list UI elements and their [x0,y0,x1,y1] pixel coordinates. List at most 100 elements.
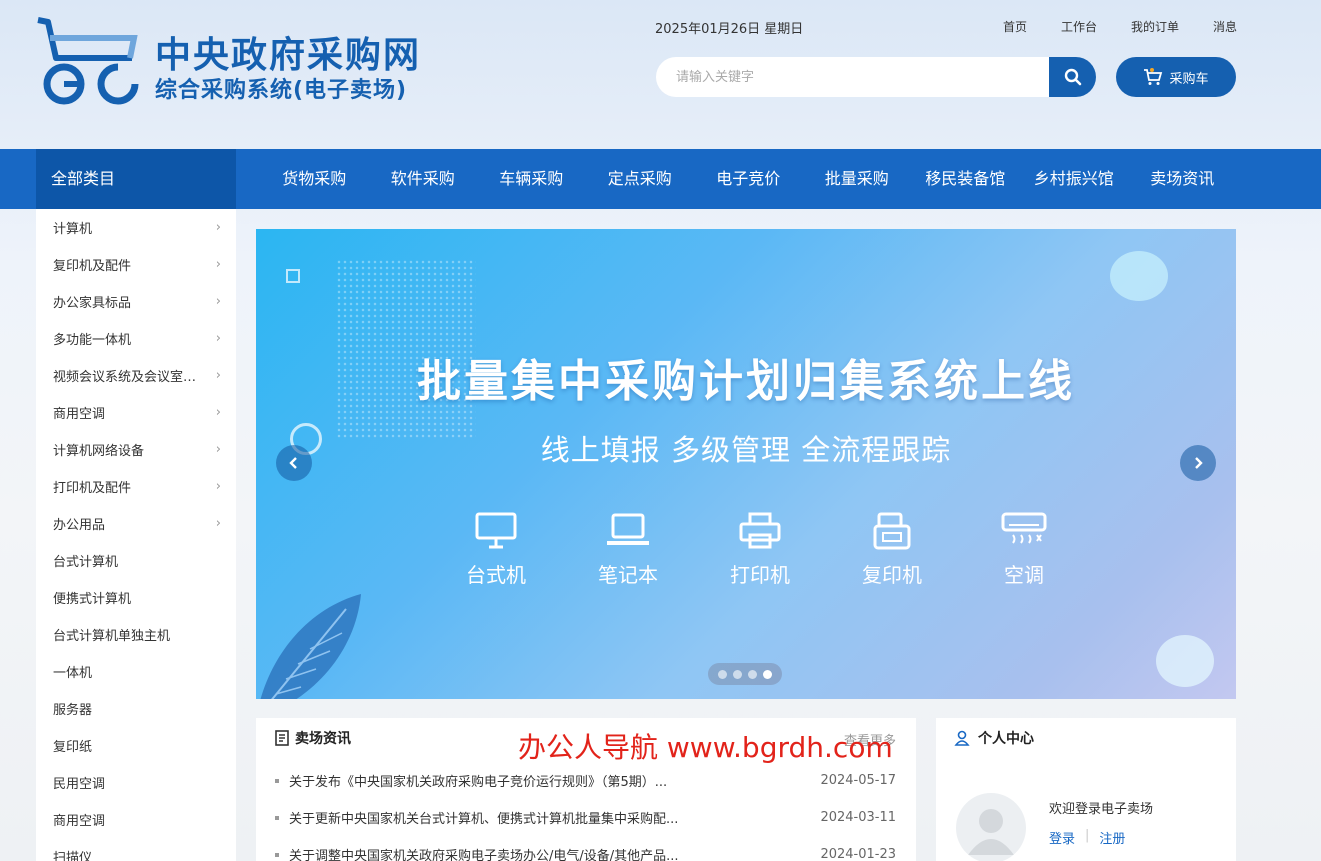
leaf-decoration [260,594,361,699]
sidebar-category-label: 民用空调 [53,777,106,792]
sidebar-category-item[interactable]: 计算机网络设备 › [36,431,236,468]
nav-goods-procurement[interactable]: 货物采购 [260,149,369,209]
top-link-workbench[interactable]: 工作台 [1061,18,1097,35]
carousel-next-button[interactable] [1180,445,1216,481]
sidebar-category-label: 多功能一体机 [53,333,132,348]
sidebar-category-item[interactable]: 扫描仪 [36,838,236,861]
sidebar-category-label: 扫描仪 [53,851,93,861]
nav-software-procurement[interactable]: 软件采购 [369,149,478,209]
air-conditioner-icon [1001,512,1047,544]
chevron-right-icon: › [215,442,221,457]
nav-e-bidding[interactable]: 电子竞价 [694,149,803,209]
sidebar-category-item[interactable]: 复印机及配件 › [36,246,236,283]
nav-rural-revitalization[interactable]: 乡村振兴馆 [1020,149,1129,209]
cart-icon [1144,68,1163,85]
sidebar-category-item[interactable]: 商用空调 › [36,394,236,431]
sidebar-category-item[interactable]: 民用空调 [36,764,236,801]
sidebar-category-item[interactable]: 台式计算机单独主机 [36,616,236,653]
sidebar-category-item[interactable]: 打印机及配件 › [36,468,236,505]
banner-item-copier: 复印机 [850,511,934,588]
chevron-right-icon: › [215,479,221,494]
carousel-dot-active[interactable] [763,669,772,679]
news-item-title: 关于发布《中央国家机关政府采购电子竞价运行规则》（第5期）... [289,775,668,790]
sidebar-category-item[interactable]: 视频会议系统及会议室音… › [36,357,236,394]
sidebar-category-label: 办公用品 [53,518,106,533]
top-link-home[interactable]: 首页 [1003,18,1027,35]
banner-item-label: 打印机 [730,563,790,587]
banner-item-label: 笔记本 [598,563,658,587]
top-link-messages[interactable]: 消息 [1213,18,1237,35]
sidebar-category-label: 计算机网络设备 [53,444,145,459]
news-item[interactable]: 关于调整中央国家机关政府采购电子卖场办公/电气/设备/其他产品... 2024-0… [275,836,896,861]
news-item[interactable]: 关于更新中央国家机关台式计算机、便携式计算机批量集中采购配... 2024-03-… [275,799,896,836]
banner-item-air-conditioner: 空调 [982,511,1066,588]
news-list: 关于发布《中央国家机关政府采购电子竞价运行规则》（第5期）... 2024-05-… [275,762,896,861]
site-subtitle: 综合采购系统(电子卖场) [155,78,408,103]
nav-bulk-procurement[interactable]: 批量采购 [803,149,912,209]
sidebar-category-item[interactable]: 商用空调 [36,801,236,838]
top-link-my-orders[interactable]: 我的订单 [1131,18,1179,35]
banner-title: 批量集中采购计划归集系统上线 [417,356,1075,407]
news-title: 卖场资讯 [295,731,351,747]
chevron-right-icon: › [215,220,221,235]
search-button[interactable] [1049,57,1096,97]
all-categories-button[interactable]: 全部类目 [36,149,236,209]
sidebar-category-item[interactable]: 便携式计算机 [36,579,236,616]
chevron-right-icon: › [215,368,221,383]
nav-vehicle-procurement[interactable]: 车辆采购 [477,149,586,209]
sidebar-category-item[interactable]: 服务器 [36,690,236,727]
sidebar-category-label: 台式计算机单独主机 [53,629,171,644]
chevron-right-icon [1195,457,1203,469]
banner-item-desktop: 台式机 [454,511,538,588]
search-input[interactable] [656,57,1049,97]
personal-center-panel: 个人中心 欢迎登录电子卖场 登录 | 注册 [936,718,1236,861]
divider: | [1085,828,1090,843]
register-link[interactable]: 注册 [1099,828,1125,847]
nav-market-news[interactable]: 卖场资讯 [1128,149,1237,209]
cart-label: 采购车 [1169,71,1209,87]
search-box [656,57,1096,97]
login-link[interactable]: 登录 [1049,828,1075,847]
carousel-dot[interactable] [733,669,742,679]
category-sidebar: 计算机 › 复印机及配件 › 办公家具标品 › 多功能一体机 › 视频会议系统及会议室音… › 商用… [36,209,236,861]
copier-icon [873,512,911,550]
printer-icon [739,512,781,549]
carousel-dot[interactable] [718,669,727,679]
sidebar-category-item[interactable]: 办公用品 › [36,505,236,542]
sidebar-category-label: 一体机 [53,666,93,681]
desktop-icon [475,512,517,549]
news-header: 卖场资讯 [275,728,351,748]
chevron-left-icon [289,457,297,469]
carousel-indicators [708,663,782,685]
nav-migrant-equipment[interactable]: 移民装备馆 [911,149,1020,209]
personal-title: 个人中心 [978,731,1034,747]
news-item-date: 2024-01-23 [820,847,896,861]
banner-item-label: 空调 [1004,563,1044,587]
carousel-dot[interactable] [748,669,757,679]
site-logo[interactable] [34,14,140,106]
laptop-icon [607,513,649,545]
sidebar-category-item[interactable]: 计算机 › [36,209,236,246]
sidebar-category-label: 视频会议系统及会议室音… [53,370,203,385]
news-item-title: 关于调整中央国家机关政府采购电子卖场办公/电气/设备/其他产品... [289,849,679,861]
cart-button[interactable]: 采购车 [1116,57,1236,97]
carousel-prev-button[interactable] [276,445,312,481]
main-navbar: 全部类目 货物采购 软件采购 车辆采购 定点采购 电子竞价 批量采购 移民装备馆… [0,149,1321,209]
nav-designated-procurement[interactable]: 定点采购 [586,149,695,209]
sidebar-category-label: 办公家具标品 [53,296,132,311]
chevron-right-icon: › [215,257,221,272]
news-item-date: 2024-03-11 [820,810,896,825]
banner-item-label: 台式机 [466,563,526,587]
sidebar-category-item[interactable]: 复印纸 [36,727,236,764]
banner-icon-row: 台式机 笔记本 打印机 复印机 空调 [454,511,1066,588]
sidebar-category-item[interactable]: 台式计算机 [36,542,236,579]
auth-links: 登录 | 注册 [1049,828,1125,847]
sidebar-category-label: 复印纸 [53,740,93,755]
sidebar-category-label: 商用空调 [53,814,106,829]
user-icon [954,730,970,746]
promo-banner[interactable]: 批量集中采购计划归集系统上线 线上填报 多级管理 全流程跟踪 台式机 笔记本 打… [256,229,1236,699]
sidebar-category-item[interactable]: 办公家具标品 › [36,283,236,320]
sidebar-category-item[interactable]: 一体机 [36,653,236,690]
news-item[interactable]: 关于发布《中央国家机关政府采购电子竞价运行规则》（第5期）... 2024-05-… [275,762,896,799]
sidebar-category-item[interactable]: 多功能一体机 › [36,320,236,357]
